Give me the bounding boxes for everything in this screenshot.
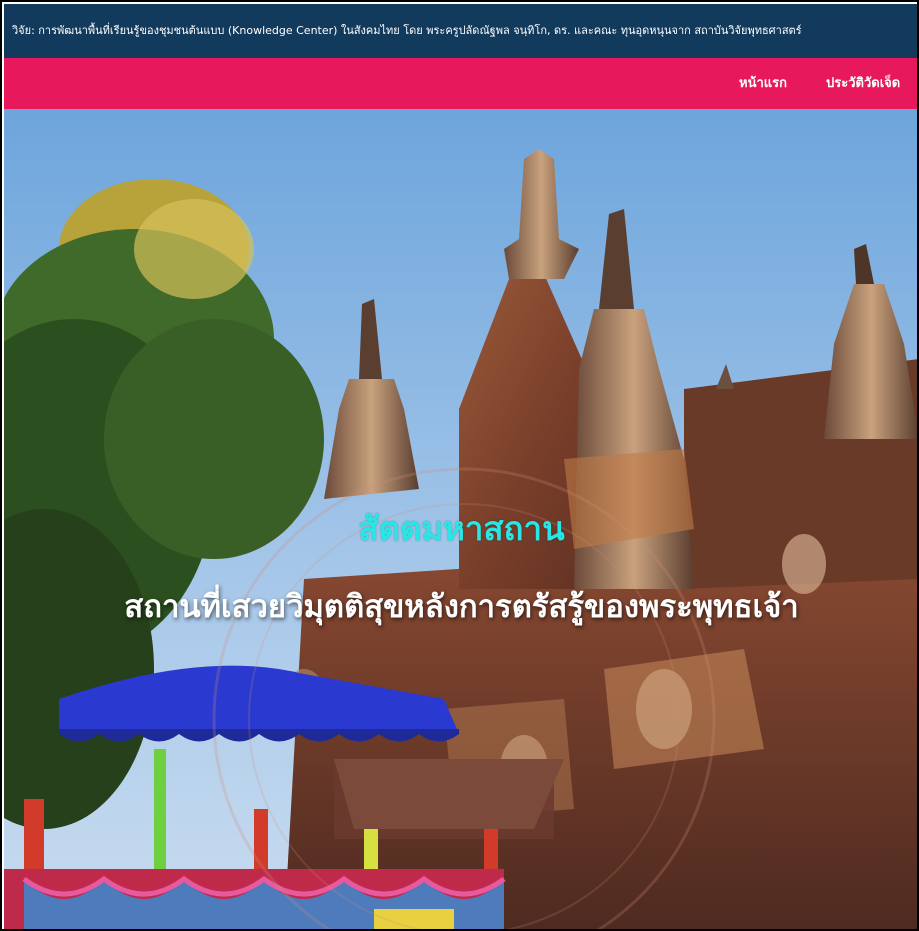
- festival-drapes: [4, 869, 506, 929]
- hero-subtitle: สถานที่เสวยวิมุตติสุขหลังการตรัสรู้ของพร…: [124, 589, 799, 625]
- main-navigation: หน้าแรก ประวัติวัดเจ็ด: [4, 58, 917, 109]
- hero-title: สัตตมหาสถาน: [358, 509, 565, 548]
- research-banner: วิจัย: การพัฒนาพื้นที่เรียนรู้ของชุมชนต้…: [4, 4, 917, 58]
- nav-item-home[interactable]: หน้าแรก: [739, 58, 787, 109]
- hero-banner: สัตตมหาสถาน สถานที่เสวยวิมุตติสุขหลังการ…: [4, 109, 917, 929]
- page-frame: วิจัย: การพัฒนาพื้นที่เรียนรู้ของชุมชนต้…: [0, 0, 919, 931]
- research-banner-text: วิจัย: การพัฒนาพื้นที่เรียนรู้ของชุมชนต้…: [12, 24, 802, 37]
- nav-item-history[interactable]: ประวัติวัดเจ็ด: [826, 58, 900, 109]
